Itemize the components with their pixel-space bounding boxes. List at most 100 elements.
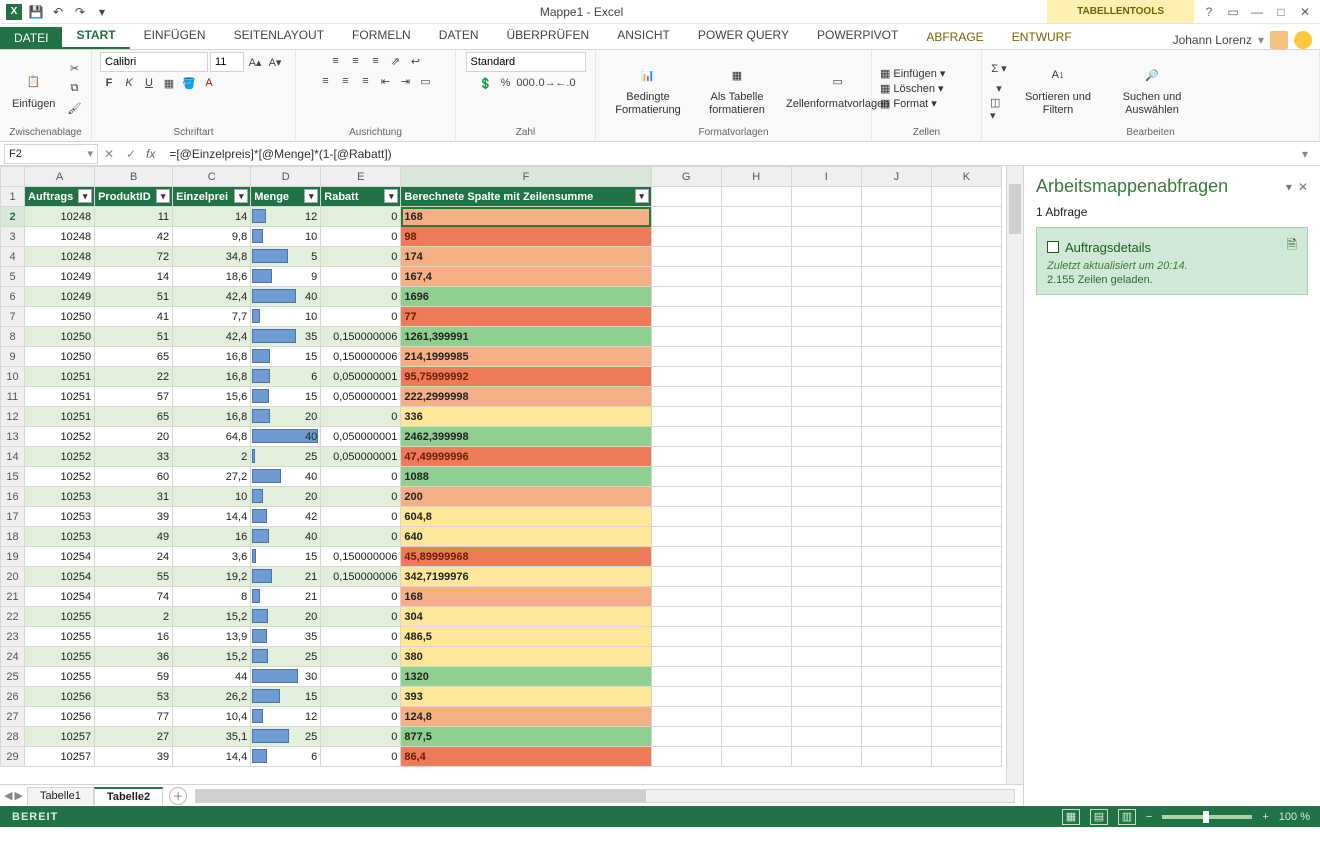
cell[interactable]: 222,2999998 <box>401 387 651 407</box>
cell[interactable]: 10254 <box>25 567 95 587</box>
cell[interactable] <box>931 427 1001 447</box>
cell[interactable] <box>931 487 1001 507</box>
cell[interactable] <box>791 227 861 247</box>
cell[interactable]: 39 <box>95 747 173 767</box>
cell[interactable]: 877,5 <box>401 727 651 747</box>
cell[interactable] <box>721 667 791 687</box>
copy-icon[interactable]: ⧉ <box>65 80 83 98</box>
cell[interactable] <box>861 727 931 747</box>
column-header-C[interactable]: C <box>173 167 251 187</box>
cell[interactable] <box>651 307 721 327</box>
cell[interactable]: 40 <box>251 427 321 447</box>
table-header-cell[interactable]: Einzelprei▾ <box>173 187 251 207</box>
column-header-F[interactable]: F <box>401 167 651 187</box>
orientation-icon[interactable]: ⇗ <box>387 52 405 70</box>
pane-menu-icon[interactable]: ▾ <box>1286 180 1292 194</box>
cell[interactable]: 35 <box>251 627 321 647</box>
cell[interactable] <box>931 407 1001 427</box>
cell[interactable]: 10255 <box>25 607 95 627</box>
align-top-icon[interactable]: ≡ <box>327 52 345 70</box>
cell[interactable]: 25 <box>251 727 321 747</box>
cell[interactable] <box>721 487 791 507</box>
cell[interactable]: 40 <box>251 467 321 487</box>
cell[interactable]: 60 <box>95 467 173 487</box>
save-icon[interactable]: 💾 <box>28 4 44 20</box>
ribbon-tab-power query[interactable]: POWER QUERY <box>684 23 803 49</box>
row-header[interactable]: 1 <box>1 187 25 207</box>
cell[interactable]: 7,7 <box>173 307 251 327</box>
column-header-I[interactable]: I <box>791 167 861 187</box>
cell[interactable]: 10 <box>251 227 321 247</box>
cell[interactable] <box>861 407 931 427</box>
filter-dropdown-icon[interactable]: ▾ <box>304 189 318 203</box>
row-header[interactable]: 10 <box>1 367 25 387</box>
name-box[interactable]: F2▾ <box>4 144 98 164</box>
fx-icon[interactable]: fx <box>146 147 155 161</box>
row-header[interactable]: 9 <box>1 347 25 367</box>
cell[interactable] <box>791 507 861 527</box>
cell[interactable]: 12 <box>251 707 321 727</box>
new-sheet-button[interactable]: ＋ <box>169 787 187 805</box>
cell[interactable]: 380 <box>401 647 651 667</box>
ribbon-tab-start[interactable]: START <box>62 23 129 49</box>
cell[interactable]: 21 <box>251 567 321 587</box>
cell[interactable] <box>651 547 721 567</box>
zoom-out-icon[interactable]: − <box>1146 811 1152 823</box>
cell[interactable] <box>861 547 931 567</box>
cell[interactable] <box>861 387 931 407</box>
cell[interactable] <box>931 387 1001 407</box>
grow-font-icon[interactable]: A▴ <box>246 53 264 71</box>
cell[interactable]: 0 <box>321 407 401 427</box>
cell[interactable] <box>791 667 861 687</box>
cell[interactable] <box>791 447 861 467</box>
cell[interactable]: 65 <box>95 347 173 367</box>
cell[interactable] <box>721 187 791 207</box>
cell[interactable]: 49 <box>95 527 173 547</box>
cell[interactable] <box>721 387 791 407</box>
autosum-icon[interactable]: Σ ▾ <box>990 60 1008 78</box>
cell[interactable]: 21 <box>251 587 321 607</box>
cell[interactable] <box>721 547 791 567</box>
cell[interactable]: 27,2 <box>173 467 251 487</box>
cell[interactable]: 72 <box>95 247 173 267</box>
format-cells-button[interactable]: ▦ Format ▾ <box>880 97 945 110</box>
cell[interactable]: 86,4 <box>401 747 651 767</box>
cell[interactable]: 10251 <box>25 367 95 387</box>
user-avatar[interactable] <box>1270 31 1288 49</box>
cell[interactable]: 174 <box>401 247 651 267</box>
cell[interactable]: 10251 <box>25 407 95 427</box>
redo-icon[interactable]: ↷ <box>72 4 88 20</box>
cell[interactable]: 13,9 <box>173 627 251 647</box>
cell[interactable] <box>721 247 791 267</box>
indent-inc-icon[interactable]: ⇥ <box>397 72 415 90</box>
cell[interactable] <box>721 747 791 767</box>
cell[interactable]: 10253 <box>25 507 95 527</box>
column-header-D[interactable]: D <box>251 167 321 187</box>
cell[interactable] <box>721 647 791 667</box>
cell[interactable]: 2 <box>173 447 251 467</box>
cell[interactable] <box>651 387 721 407</box>
ribbon-tab-seitenlayout[interactable]: SEITENLAYOUT <box>220 23 338 49</box>
number-format-select[interactable] <box>466 52 586 72</box>
ribbon-display-icon[interactable]: ▭ <box>1226 5 1240 19</box>
cell[interactable] <box>931 307 1001 327</box>
cell[interactable]: 0,150000006 <box>321 567 401 587</box>
cell[interactable] <box>931 587 1001 607</box>
tab-nav-last-icon[interactable]: ▶ <box>14 789 22 802</box>
cell[interactable] <box>861 427 931 447</box>
ribbon-tab-ansicht[interactable]: ANSICHT <box>603 23 684 49</box>
cell[interactable] <box>791 307 861 327</box>
cell[interactable] <box>791 347 861 367</box>
cell[interactable] <box>721 407 791 427</box>
cell[interactable]: 10248 <box>25 247 95 267</box>
cell[interactable] <box>861 347 931 367</box>
cell[interactable]: 10257 <box>25 747 95 767</box>
cell[interactable] <box>861 507 931 527</box>
cell[interactable]: 10256 <box>25 687 95 707</box>
cell[interactable] <box>651 227 721 247</box>
table-header-cell[interactable]: Menge▾ <box>251 187 321 207</box>
cell[interactable] <box>931 707 1001 727</box>
accounting-icon[interactable]: 💲 <box>477 74 495 92</box>
font-name-input[interactable] <box>100 52 208 72</box>
format-painter-icon[interactable]: 🖌 <box>65 100 83 118</box>
